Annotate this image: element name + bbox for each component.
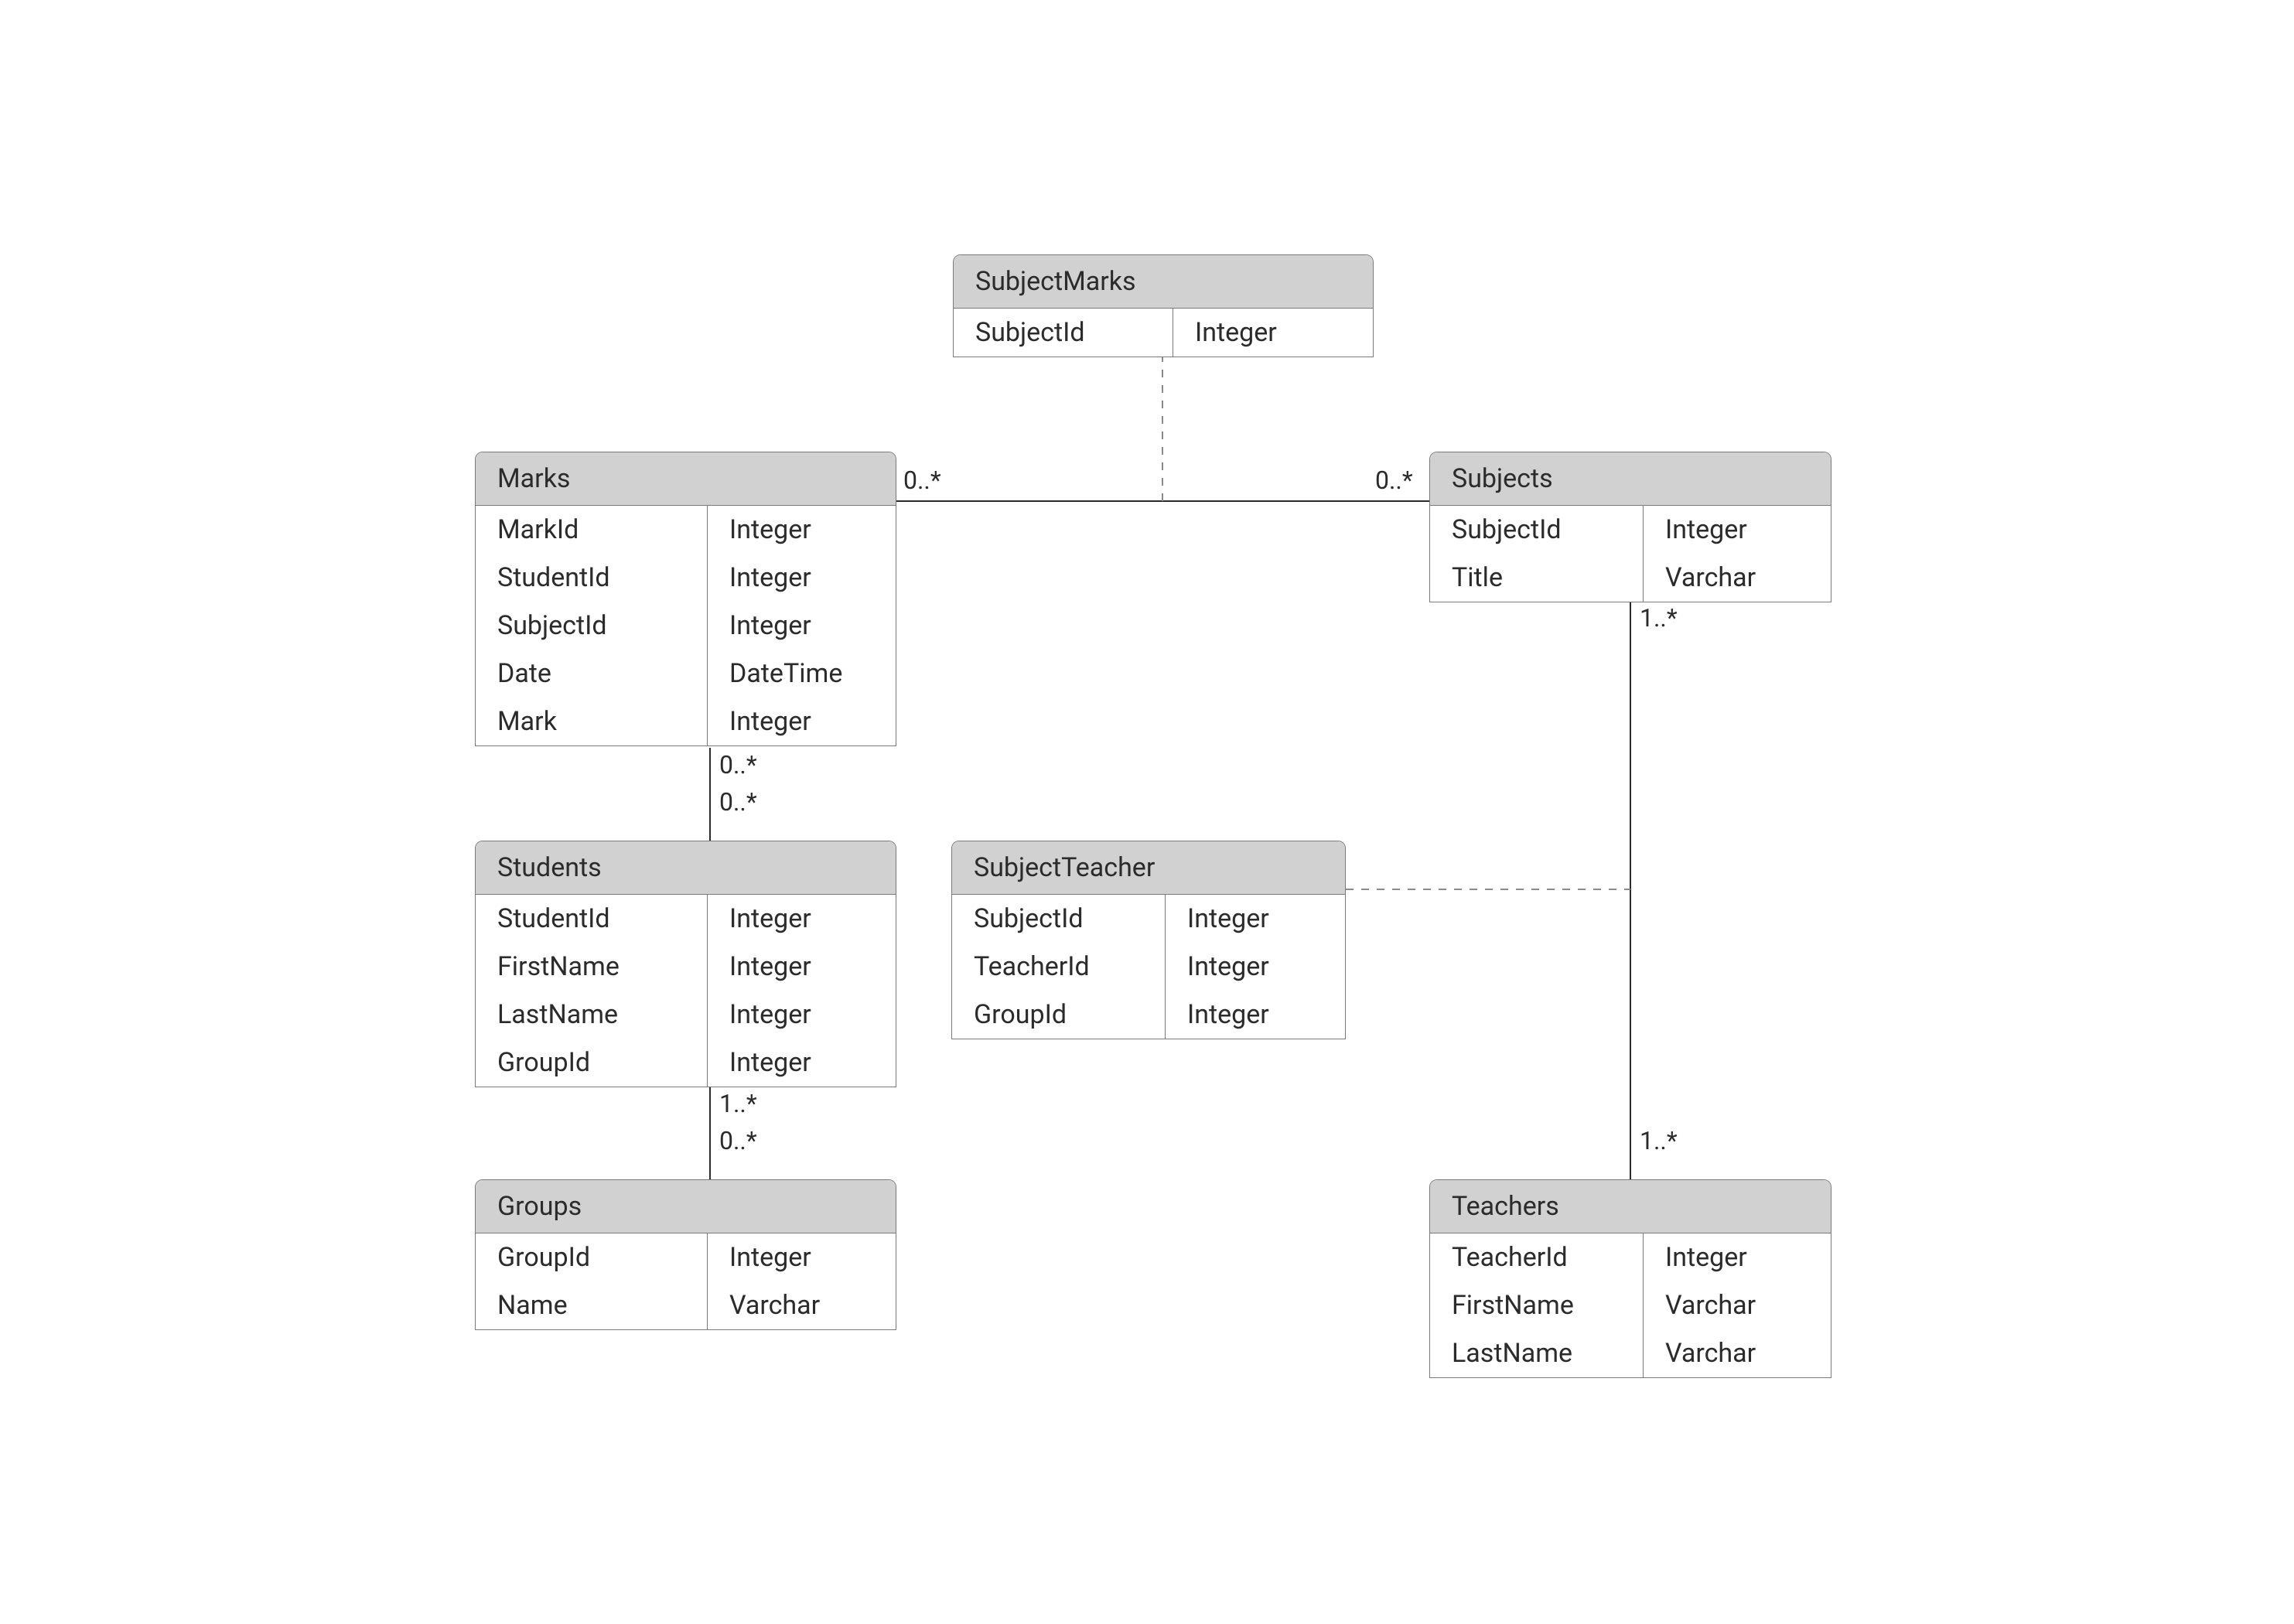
col-type: Integer [1166, 895, 1291, 943]
col-type: Integer [708, 602, 833, 650]
entity-row: Mark Integer [476, 698, 896, 745]
entity-body: StudentId Integer FirstName Integer Last… [476, 895, 896, 1087]
entity-subjects: Subjects SubjectId Integer Title Varchar [1429, 452, 1831, 602]
mult-subjects-teachers-bottom: 1..* [1640, 1126, 1678, 1155]
col-name: FirstName [1430, 1281, 1644, 1329]
col-type: Integer [1644, 1233, 1769, 1281]
entity-title: Marks [476, 452, 896, 506]
col-type: Varchar [708, 1281, 841, 1329]
entity-row: GroupId Integer [476, 1039, 896, 1087]
entity-title: Groups [476, 1180, 896, 1233]
col-type: Integer [1166, 943, 1291, 991]
col-type: Integer [1166, 991, 1291, 1039]
col-name: LastName [476, 991, 708, 1039]
entity-row: FirstName Varchar [1430, 1281, 1831, 1329]
mult-students-groups-top: 1..* [719, 1089, 757, 1118]
col-name: GroupId [476, 1233, 708, 1281]
entity-row: GroupId Integer [476, 1233, 896, 1281]
entity-row: LastName Integer [476, 991, 896, 1039]
col-name: Title [1430, 554, 1644, 602]
entity-subjectmarks: SubjectMarks SubjectId Integer [953, 254, 1374, 357]
entity-row: Name Varchar [476, 1281, 896, 1329]
col-type: Integer [708, 554, 833, 602]
entity-row: FirstName Integer [476, 943, 896, 991]
entity-body: SubjectId Integer [954, 309, 1373, 357]
entity-row: SubjectId Integer [1430, 506, 1831, 554]
entity-row: TeacherId Integer [952, 943, 1345, 991]
col-type: Integer [708, 1039, 833, 1087]
mult-marks-subjects-right: 0..* [1375, 466, 1413, 495]
col-type: Varchar [1644, 554, 1777, 602]
col-type: Integer [708, 895, 833, 943]
entity-row: SubjectId Integer [954, 309, 1373, 357]
entity-row: StudentId Integer [476, 554, 896, 602]
col-name: SubjectId [476, 602, 708, 650]
col-name: GroupId [952, 991, 1166, 1039]
col-type: Integer [708, 1233, 833, 1281]
col-type: Integer [708, 943, 833, 991]
col-name: SubjectId [952, 895, 1166, 943]
entity-row: StudentId Integer [476, 895, 896, 943]
entity-row: SubjectId Integer [952, 895, 1345, 943]
col-type: Varchar [1644, 1281, 1777, 1329]
entity-row: LastName Varchar [1430, 1329, 1831, 1377]
col-name: SubjectId [954, 309, 1173, 357]
entity-body: GroupId Integer Name Varchar [476, 1233, 896, 1329]
mult-marks-students-top: 0..* [719, 750, 757, 780]
mult-marks-subjects-left: 0..* [903, 466, 941, 495]
col-name: MarkId [476, 506, 708, 554]
entity-title: SubjectMarks [954, 255, 1373, 309]
entity-teachers: Teachers TeacherId Integer FirstName Var… [1429, 1179, 1831, 1378]
entity-row: Date DateTime [476, 650, 896, 698]
col-name: StudentId [476, 554, 708, 602]
entity-title: Students [476, 841, 896, 895]
col-type: Integer [1644, 506, 1769, 554]
col-name: SubjectId [1430, 506, 1644, 554]
col-type: Varchar [1644, 1329, 1777, 1377]
col-name: GroupId [476, 1039, 708, 1087]
col-name: TeacherId [1430, 1233, 1644, 1281]
col-name: Name [476, 1281, 708, 1329]
entity-row: TeacherId Integer [1430, 1233, 1831, 1281]
col-name: LastName [1430, 1329, 1644, 1377]
mult-students-groups-bottom: 0..* [719, 1126, 757, 1155]
connectors-layer [0, 0, 2294, 1624]
col-type: Integer [708, 506, 833, 554]
entity-marks: Marks MarkId Integer StudentId Integer S… [475, 452, 896, 746]
col-type: DateTime [708, 650, 864, 698]
col-type: Integer [708, 991, 833, 1039]
entity-title: Subjects [1430, 452, 1831, 506]
entity-row: SubjectId Integer [476, 602, 896, 650]
entity-body: TeacherId Integer FirstName Varchar Last… [1430, 1233, 1831, 1377]
entity-subjectteacher: SubjectTeacher SubjectId Integer Teacher… [951, 841, 1346, 1039]
col-name: TeacherId [952, 943, 1166, 991]
mult-marks-students-bottom: 0..* [719, 787, 757, 817]
col-name: Mark [476, 698, 708, 745]
entity-groups: Groups GroupId Integer Name Varchar [475, 1179, 896, 1330]
entity-title: Teachers [1430, 1180, 1831, 1233]
entity-body: MarkId Integer StudentId Integer Subject… [476, 506, 896, 745]
col-name: StudentId [476, 895, 708, 943]
col-name: Date [476, 650, 708, 698]
col-type: Integer [1173, 309, 1299, 357]
entity-row: MarkId Integer [476, 506, 896, 554]
entity-body: SubjectId Integer TeacherId Integer Grou… [952, 895, 1345, 1039]
er-diagram-canvas: SubjectMarks SubjectId Integer Marks Mar… [0, 0, 2294, 1624]
entity-title: SubjectTeacher [952, 841, 1345, 895]
entity-row: GroupId Integer [952, 991, 1345, 1039]
col-type: Integer [708, 698, 833, 745]
col-name: FirstName [476, 943, 708, 991]
entity-row: Title Varchar [1430, 554, 1831, 602]
entity-body: SubjectId Integer Title Varchar [1430, 506, 1831, 602]
entity-students: Students StudentId Integer FirstName Int… [475, 841, 896, 1087]
mult-subjects-teachers-top: 1..* [1640, 603, 1678, 633]
